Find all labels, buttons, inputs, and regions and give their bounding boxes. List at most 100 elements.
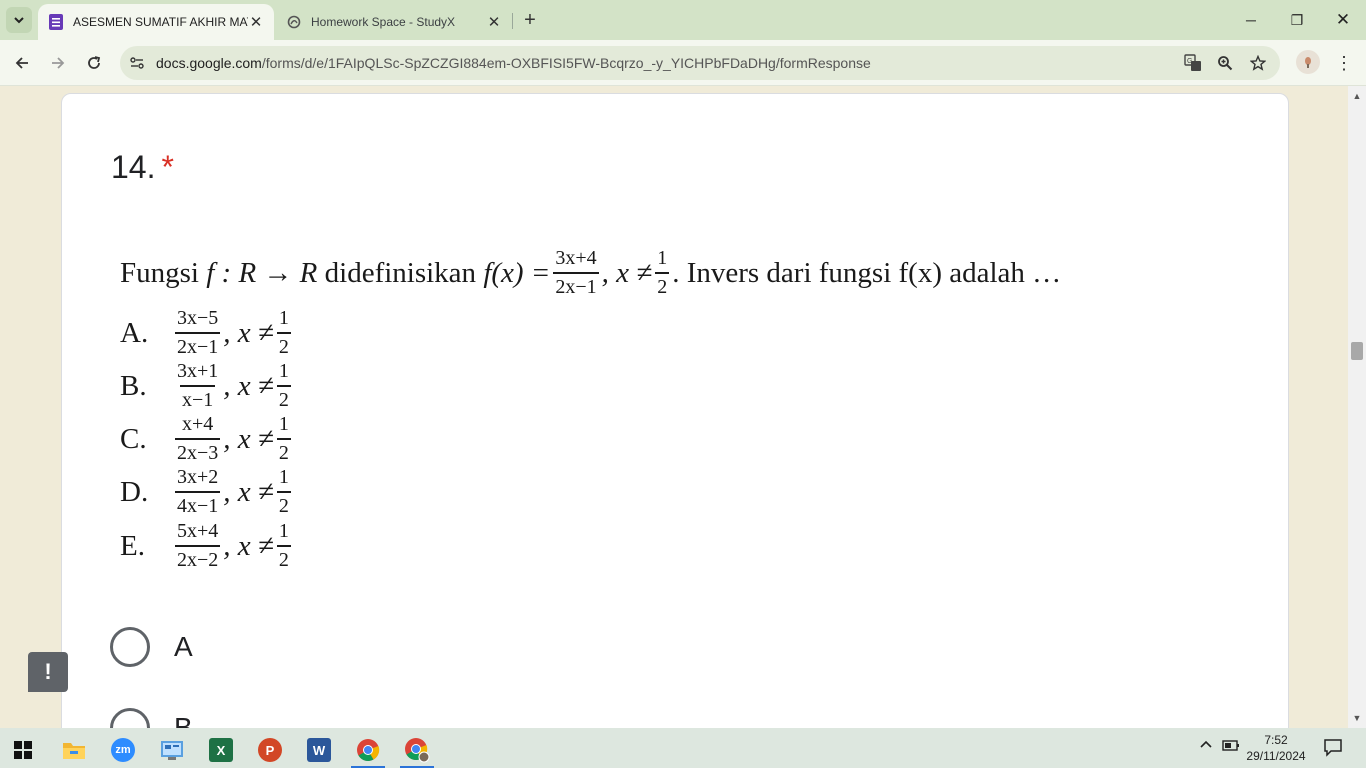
word-logo: W <box>307 738 331 762</box>
windows-start-icon[interactable] <box>2 732 44 768</box>
tab-strip: ASESMEN SUMATIF AKHIR MAT ✕ Homework Spa… <box>0 0 1366 40</box>
powerpoint-logo: P <box>258 738 282 762</box>
scroll-up-icon[interactable]: ▲ <box>1348 88 1366 104</box>
radio-button[interactable] <box>110 627 150 667</box>
tab-title: Homework Space - StudyX <box>311 15 456 29</box>
powerpoint-icon[interactable]: P <box>249 732 291 768</box>
stem-mapping: f : R → R <box>206 256 318 289</box>
question-stem: Fungsi f : R → R didefinisikan f(x) = 3x… <box>120 247 1061 299</box>
close-tab-icon[interactable]: ✕ <box>248 14 264 31</box>
word-icon[interactable]: W <box>298 732 340 768</box>
option-condition-fraction: 12 <box>276 413 291 465</box>
scroll-thumb[interactable] <box>1351 342 1363 360</box>
option-letter: B. <box>120 369 147 402</box>
excel-icon[interactable]: X <box>200 732 242 768</box>
stem-defined: didefinisikan <box>324 256 477 289</box>
option-d: D. 3x+2 4x−1 , x ≠ 12 <box>120 466 294 518</box>
chrome-icon[interactable] <box>347 732 389 768</box>
question-number: 14. <box>111 149 156 185</box>
url-host: docs.google.com <box>156 55 262 71</box>
tab-studyx[interactable]: Homework Space - StudyX ✕ <box>278 4 510 40</box>
scroll-down-icon[interactable]: ▼ <box>1348 710 1366 726</box>
option-condition-fraction: 12 <box>276 466 291 518</box>
fraction-numerator: 3x+1 <box>177 360 219 382</box>
option-e: E. 5x+4 2x−2 , x ≠ 12 <box>120 520 294 572</box>
radio-button[interactable] <box>110 708 150 728</box>
studyx-icon <box>286 14 302 30</box>
fraction-denominator: 2 <box>276 438 291 465</box>
stem-condition: , x ≠ <box>601 256 653 289</box>
choice-b[interactable]: B <box>110 708 193 728</box>
browser-toolbar: docs.google.com/forms/d/e/1FAIpQLSc-SpZC… <box>0 40 1366 86</box>
option-condition-fraction: 12 <box>276 520 291 572</box>
zoom-icon[interactable] <box>1212 50 1238 76</box>
exclamation-icon: ! <box>44 659 52 684</box>
notification-center-icon[interactable] <box>1323 737 1343 760</box>
choice-label: B <box>174 712 193 728</box>
close-window-icon[interactable]: ✕ <box>1328 7 1358 33</box>
option-c: C. x+4 2x−3 , x ≠ 12 <box>120 413 294 465</box>
system-clock[interactable]: 7:52 29/11/2024 <box>1236 732 1316 764</box>
fraction-denominator: 2x−1 <box>553 272 599 299</box>
option-letter: E. <box>120 529 145 562</box>
option-condition-fraction: 12 <box>276 360 291 412</box>
choice-label: A <box>174 631 193 662</box>
back-arrow-icon[interactable] <box>9 50 35 76</box>
question-image: Fungsi f : R → R didefinisikan f(x) = 3x… <box>112 239 1212 572</box>
option-a: A. 3x−5 2x−1 , x ≠ 12 <box>120 307 294 359</box>
option-condition-fraction: 12 <box>276 307 291 359</box>
clock-date: 29/11/2024 <box>1246 749 1306 763</box>
required-asterisk: * <box>161 149 174 185</box>
tab-search-button[interactable] <box>6 7 32 33</box>
tab-forms[interactable]: ASESMEN SUMATIF AKHIR MAT ✕ <box>38 4 274 40</box>
fraction-denominator: x−1 <box>180 385 216 412</box>
option-letter: A. <box>120 316 149 349</box>
reload-icon[interactable] <box>81 50 107 76</box>
url-path: /forms/d/e/1FAIpQLSc-SpZCZGI884em-OXBFIS… <box>261 55 871 71</box>
page-scrollbar[interactable]: ▲ ▼ <box>1348 86 1366 728</box>
fraction-numerator: 1 <box>278 520 289 542</box>
fraction-numerator: 1 <box>657 247 668 269</box>
tab-separator <box>512 13 513 29</box>
control-panel-icon[interactable] <box>151 732 193 768</box>
fraction-denominator: 2x−2 <box>175 545 221 572</box>
translate-icon[interactable]: G <box>1180 50 1206 76</box>
fraction-denominator: 2x−3 <box>175 438 221 465</box>
option-fraction: 5x+4 2x−2 <box>175 520 221 572</box>
question-card: 14. * Fungsi f : R → R didefinisikan f(x)… <box>61 93 1289 728</box>
option-condition: , x ≠ <box>223 475 274 508</box>
zoom-logo: zm <box>111 738 135 762</box>
stem-fx: f(x) = <box>483 256 551 289</box>
new-tab-button[interactable]: + <box>519 9 541 31</box>
tab-title: ASESMEN SUMATIF AKHIR MAT <box>73 15 248 29</box>
fraction-numerator: x+4 <box>182 413 214 435</box>
restore-icon[interactable]: ❐ <box>1282 7 1312 33</box>
chrome-profile-icon[interactable] <box>396 732 438 768</box>
close-tab-icon[interactable]: ✕ <box>486 14 502 31</box>
minimize-icon[interactable]: ─ <box>1236 7 1266 33</box>
address-bar[interactable]: docs.google.com/forms/d/e/1FAIpQLSc-SpZC… <box>120 46 1280 80</box>
file-explorer-icon[interactable] <box>53 732 95 768</box>
forward-arrow-icon[interactable] <box>45 50 71 76</box>
page-viewport: 14. * Fungsi f : R → R didefinisikan f(x)… <box>0 86 1348 728</box>
option-fraction: 3x+2 4x−1 <box>175 466 221 518</box>
excel-logo: X <box>209 738 233 762</box>
option-b: B. 3x+1 x−1 , x ≠ 12 <box>120 360 294 412</box>
fraction-numerator: 1 <box>278 466 289 488</box>
fraction-numerator: 1 <box>278 413 289 435</box>
kebab-menu-icon[interactable]: ⋮ <box>1332 50 1356 76</box>
report-feedback-button[interactable]: ! <box>28 652 68 692</box>
profile-avatar[interactable] <box>1296 50 1320 74</box>
bookmark-star-icon[interactable] <box>1245 50 1271 76</box>
stem-condition-fraction: 12 <box>655 247 670 299</box>
zoom-app-icon[interactable]: zm <box>102 732 144 768</box>
choice-a[interactable]: A <box>110 627 193 667</box>
option-letter: D. <box>120 475 149 508</box>
svg-text:G: G <box>1187 58 1192 65</box>
option-letter: C. <box>120 422 147 455</box>
fraction-denominator: 2 <box>276 545 291 572</box>
site-settings-icon[interactable] <box>124 50 150 76</box>
windows-taskbar: zm X P W 7:52 29/11/2024 <box>0 728 1366 768</box>
tray-overflow-icon[interactable] <box>1199 738 1213 752</box>
fraction-denominator: 2 <box>276 385 291 412</box>
